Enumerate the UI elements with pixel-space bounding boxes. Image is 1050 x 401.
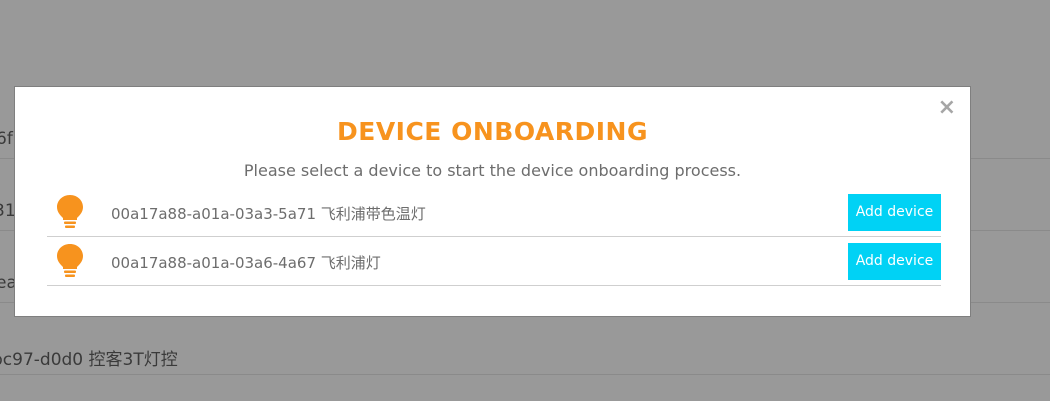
device-onboarding-modal: × DEVICE ONBOARDING Please select a devi…	[14, 86, 971, 317]
background-row-text: bc97-d0d0 控客3T灯控	[0, 350, 178, 370]
modal-subtitle: Please select a device to start the devi…	[243, 161, 742, 180]
add-device-button[interactable]: Add device	[848, 243, 941, 280]
lightbulb-icon	[57, 195, 83, 228]
device-list: 00a17a88-a01a-03a3-5a71 飞利浦带色温灯 Add devi…	[47, 188, 941, 286]
lightbulb-icon	[57, 244, 83, 277]
device-label: 00a17a88-a01a-03a6-4a67 飞利浦灯	[111, 254, 381, 272]
device-row: 00a17a88-a01a-03a6-4a67 飞利浦灯 Add device	[47, 237, 941, 286]
close-icon[interactable]: ×	[938, 97, 956, 119]
device-row: 00a17a88-a01a-03a3-5a71 飞利浦带色温灯 Add devi…	[47, 188, 941, 237]
background-divider	[0, 374, 1050, 375]
device-label: 00a17a88-a01a-03a3-5a71 飞利浦带色温灯	[111, 205, 426, 223]
modal-title: DEVICE ONBOARDING	[336, 117, 648, 146]
background-row-text: 6f	[0, 129, 13, 149]
add-device-button[interactable]: Add device	[848, 194, 941, 231]
